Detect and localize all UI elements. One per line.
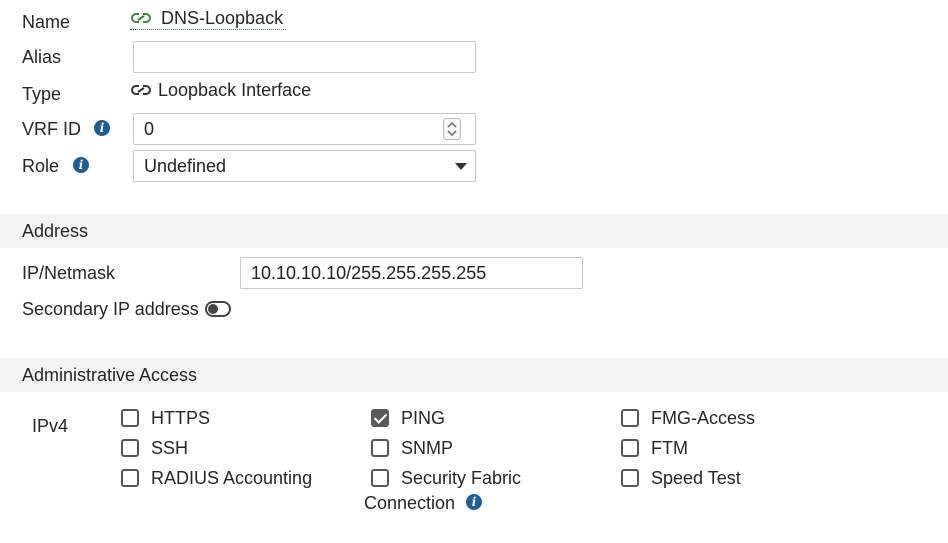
role-label: Role — [22, 156, 60, 176]
name-value[interactable]: DNS-Loopback — [161, 6, 283, 30]
https-checkbox[interactable] — [121, 409, 139, 427]
name-label: Name — [22, 12, 71, 32]
ip-netmask-input[interactable]: 10.10.10.10/255.255.255.255 — [240, 257, 583, 289]
speed-test-label: Speed Test — [651, 468, 741, 488]
admin-access-section-header: Administrative Access — [0, 358, 948, 392]
ftm-label: FTM — [651, 438, 688, 458]
snmp-label: SNMP — [401, 438, 454, 458]
ssh-checkbox[interactable] — [121, 439, 139, 457]
address-section-header: Address — [0, 214, 948, 248]
security-fabric-checkbox[interactable] — [371, 469, 389, 487]
vrf-id-label: VRF ID — [22, 119, 82, 139]
ip-netmask-label: IP/Netmask — [22, 263, 116, 283]
vrf-id-input[interactable]: 0 — [133, 113, 476, 145]
security-fabric-label: Security Fabric — [401, 468, 522, 488]
spinner-icon[interactable] — [443, 118, 461, 140]
name-value-wrap[interactable]: DNS-Loopback — [130, 6, 286, 30]
speed-test-checkbox[interactable] — [621, 469, 639, 487]
ping-label: PING — [401, 408, 446, 428]
info-icon[interactable]: i — [94, 120, 110, 136]
ssh-label: SSH — [151, 438, 189, 458]
radius-accounting-label: RADIUS Accounting — [151, 468, 313, 488]
type-label: Type — [22, 84, 62, 104]
secondary-ip-toggle[interactable] — [205, 301, 231, 317]
ipv4-label: IPv4 — [32, 416, 69, 436]
alias-input[interactable] — [133, 41, 476, 73]
ping-checkbox[interactable] — [371, 409, 389, 427]
fmg-access-label: FMG-Access — [651, 408, 756, 428]
security-fabric-label-cont: Connection — [364, 493, 456, 513]
https-label: HTTPS — [151, 408, 211, 428]
fmg-access-checkbox[interactable] — [621, 409, 639, 427]
type-value: Loopback Interface — [158, 80, 312, 100]
info-icon[interactable]: i — [466, 494, 482, 510]
secondary-ip-label: Secondary IP address — [22, 299, 199, 319]
chevron-down-icon — [455, 163, 467, 170]
alias-label: Alias — [22, 47, 62, 67]
link-icon — [131, 85, 151, 95]
snmp-checkbox[interactable] — [371, 439, 389, 457]
info-icon[interactable]: i — [73, 157, 89, 173]
radius-accounting-checkbox[interactable] — [121, 469, 139, 487]
role-select[interactable]: Undefined — [133, 150, 476, 182]
ftm-checkbox[interactable] — [621, 439, 639, 457]
